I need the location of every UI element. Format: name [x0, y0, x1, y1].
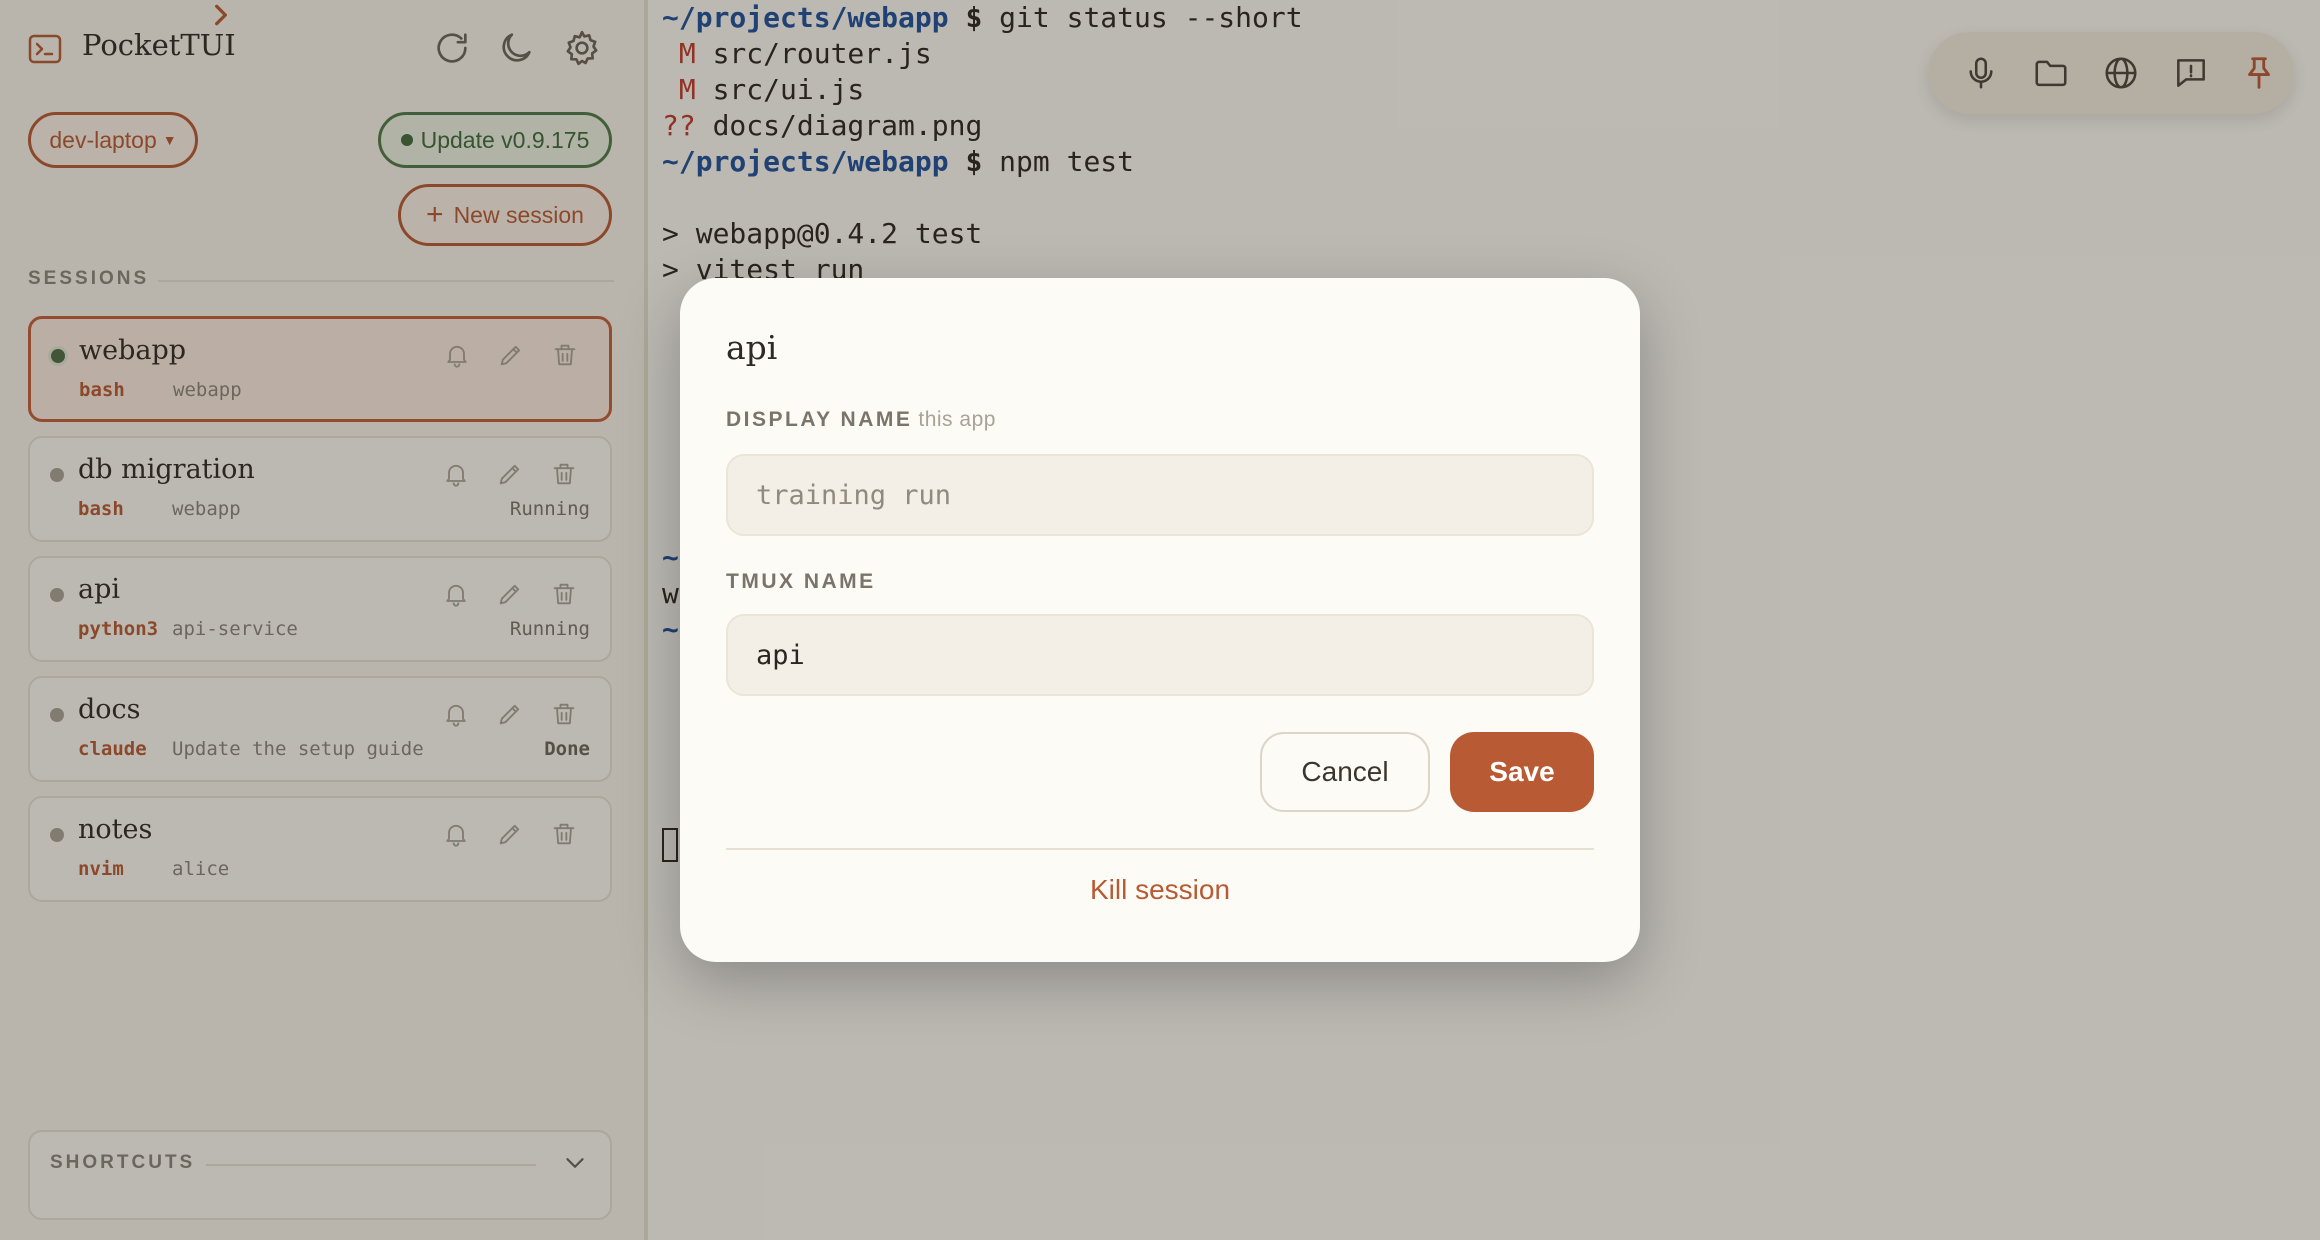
- display-name-label: DISPLAY NAME this app: [726, 408, 996, 432]
- edit-session-dialog: api DISPLAY NAMEthis app TMUX NAME Cance…: [680, 278, 1640, 962]
- save-button[interactable]: Save: [1450, 732, 1594, 812]
- divider: [726, 848, 1594, 850]
- display-name-input[interactable]: [726, 454, 1594, 536]
- display-name-label-text: DISPLAY NAME: [726, 408, 913, 431]
- display-name-hint: this app: [918, 408, 996, 431]
- dialog-title: api: [726, 328, 778, 367]
- cancel-button[interactable]: Cancel: [1260, 732, 1430, 812]
- kill-session-button[interactable]: Kill session: [680, 874, 1640, 906]
- tmux-name-input[interactable]: [726, 614, 1594, 696]
- tmux-name-label: TMUX NAME: [726, 570, 876, 593]
